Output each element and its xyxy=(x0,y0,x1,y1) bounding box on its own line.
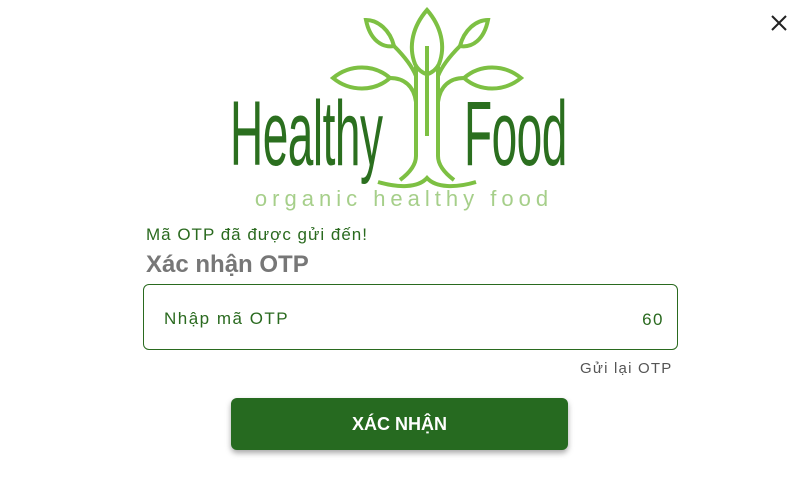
logo-word-right: Food xyxy=(464,83,567,185)
resend-otp-link[interactable]: Gửi lại OTP xyxy=(580,360,672,377)
confirm-button[interactable]: XÁC NHẬN xyxy=(231,398,568,450)
logo-tagline: organic healthy food xyxy=(254,186,554,211)
close-button[interactable] xyxy=(767,11,791,35)
close-icon xyxy=(771,15,787,31)
countdown-timer: 60 xyxy=(642,310,664,329)
otp-field: 60 xyxy=(143,284,678,350)
otp-input[interactable] xyxy=(162,302,606,336)
logo-word-left: Healthy xyxy=(230,83,383,185)
page-title: Xác nhận OTP xyxy=(146,251,309,278)
otp-sent-message: Mã OTP đã được gửi đến! xyxy=(146,225,368,244)
healthy-food-logo: Healthy Food organic healthy food xyxy=(228,6,580,216)
